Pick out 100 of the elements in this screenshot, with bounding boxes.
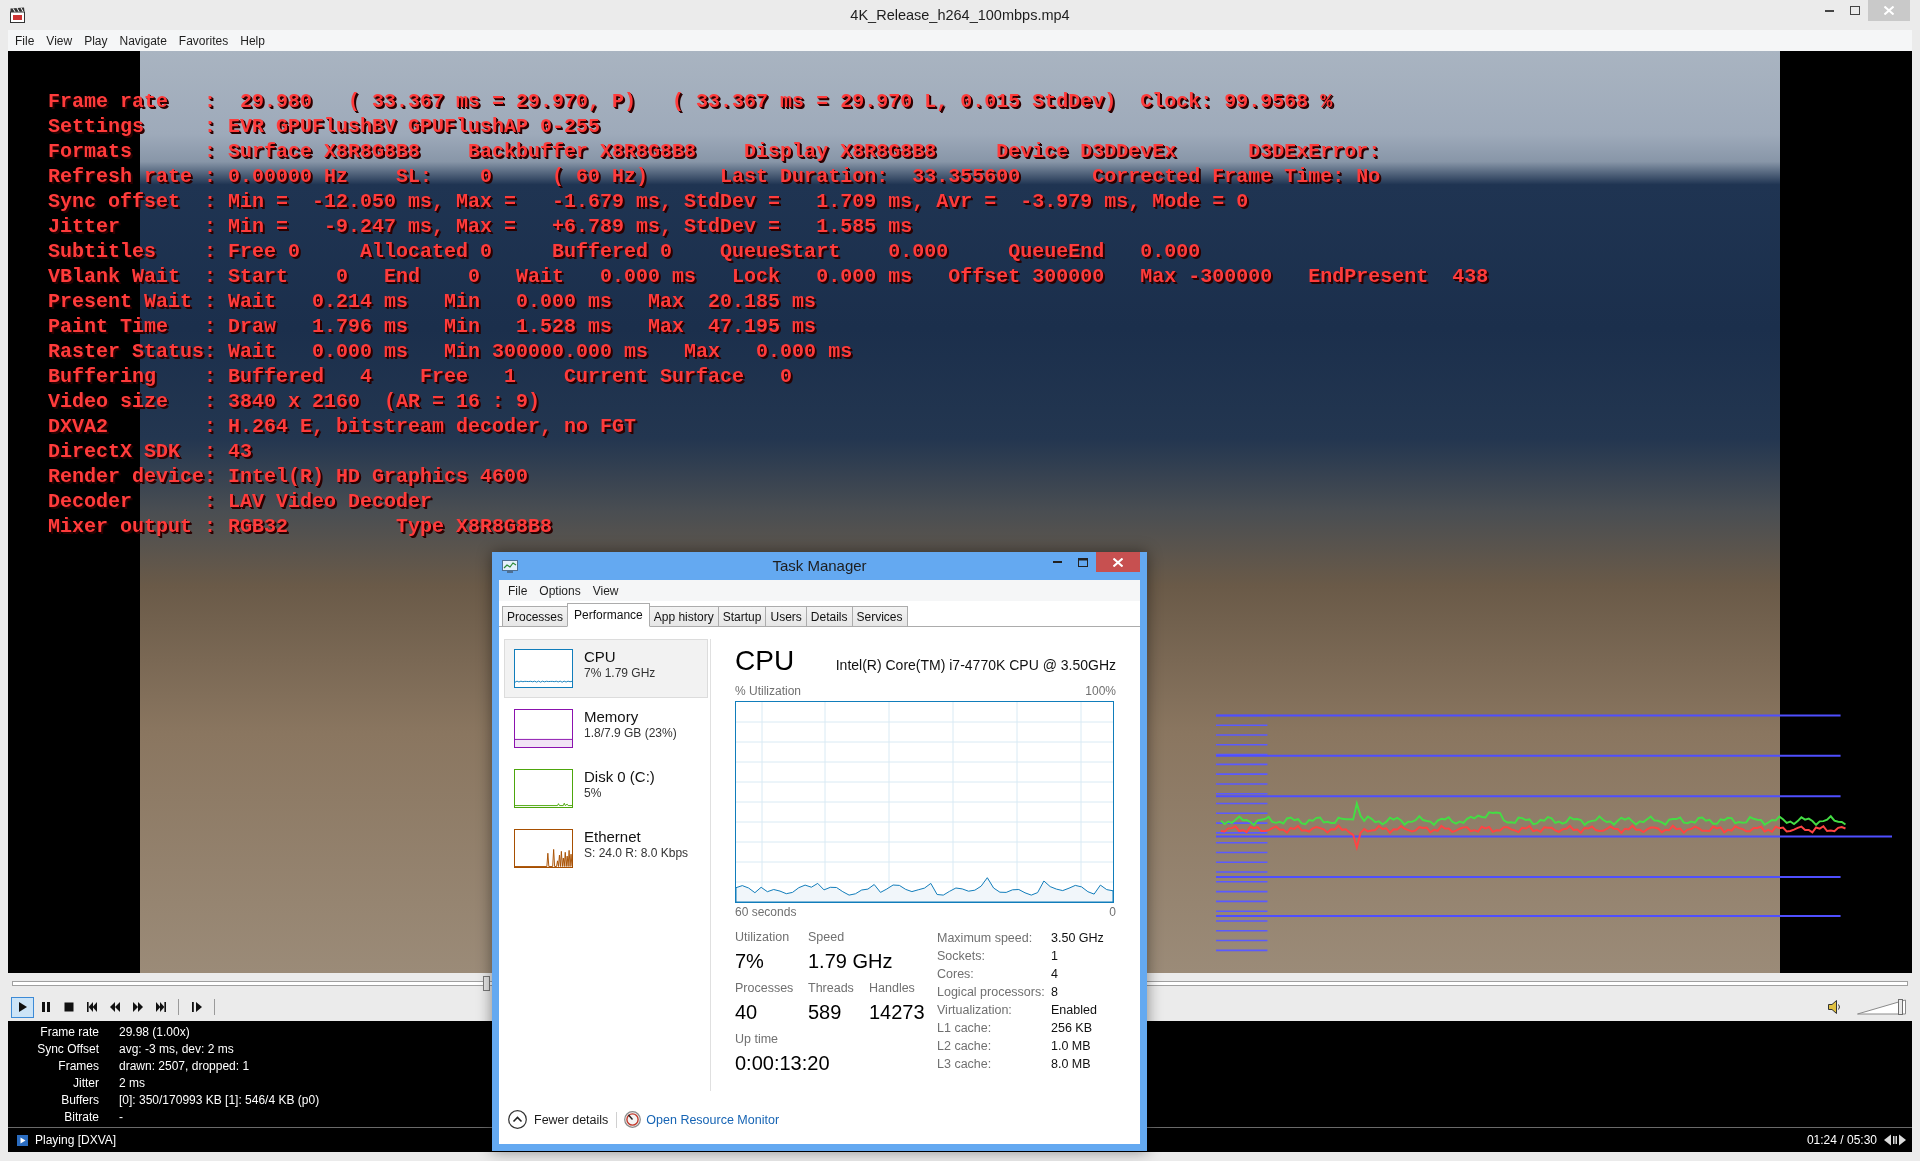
menu-item[interactable]: Help	[234, 31, 271, 50]
skip-back-icon	[86, 1002, 97, 1012]
menu-item[interactable]: View	[586, 581, 625, 600]
tab[interactable]: Processes	[502, 606, 569, 626]
resource-monitor-link[interactable]: Open Resource Monitor	[624, 1111, 780, 1128]
window-title: 4K_Release_h264_100mbps.mp4	[850, 6, 1070, 25]
resource-name: Memory	[584, 707, 639, 726]
menu-item[interactable]: Options	[533, 581, 587, 600]
resource-name: Disk 0 (C:)	[584, 767, 655, 786]
spec-value: 8.0 MB	[1051, 1056, 1091, 1073]
pause-icon	[40, 1002, 51, 1012]
skip-forward-icon	[155, 1002, 166, 1012]
metric-label: Up time	[735, 1032, 779, 1047]
spec-label: L1 cache:	[937, 1020, 992, 1037]
section-heading: CPU	[735, 644, 795, 677]
osd-stats-line: Jitter : Min = -9.247 ms, Max = +6.789 ms, StdDev = 1.585 ms	[48, 214, 913, 239]
osd-stats-line: DXVA2 : H.264 E, bitstream decoder, no FGT	[48, 414, 637, 439]
time-display: 01:24 / 05:30	[1806, 1133, 1877, 1147]
spec-value: 3.50 GHz	[1051, 930, 1104, 947]
close-button[interactable]	[1096, 552, 1140, 572]
volume-thumb[interactable]	[1898, 999, 1904, 1015]
osd-stats-line: Present Wait : Wait 0.214 ms Min 0.000 ms Max 20.185 ms	[48, 289, 817, 314]
window-title: Task Manager	[772, 556, 867, 576]
stat-value: drawn: 2507, dropped: 1	[119, 1058, 250, 1075]
metric-value: 589	[808, 999, 842, 1025]
spec-value: 1	[1051, 948, 1058, 965]
stat-value: 29.98 (1.00x)	[119, 1024, 190, 1041]
osd-stats-line: Paint Time : Draw 1.796 ms Min 1.528 ms Max 47.195 ms	[48, 314, 817, 339]
spec-value: 4	[1051, 966, 1058, 983]
osd-stats-line: Subtitles : Free 0 Allocated 0 Buffered 0 QueueStart 0.000 QueueEnd 0.000	[48, 239, 1201, 264]
tab[interactable]: App history	[648, 606, 719, 626]
metric-label: Utilization	[735, 930, 790, 945]
arrows-icon	[1884, 1134, 1906, 1146]
stat-value: -	[119, 1109, 123, 1126]
menu-item[interactable]: File	[502, 581, 534, 600]
metric-label: Speed	[808, 930, 845, 945]
menu-item[interactable]: File	[9, 31, 41, 50]
metric-value: 14273	[869, 999, 925, 1025]
resource-detail: 7% 1.79 GHz	[584, 666, 656, 681]
tab[interactable]: Startup	[717, 606, 767, 626]
osd-stats-line: Buffering : Buffered 4 Free 1 Current Surface 0	[48, 364, 793, 389]
resource-item[interactable]: Disk 0 (C:) 5%	[504, 759, 708, 818]
volume-slider[interactable]	[1857, 999, 1906, 1015]
status-text: Playing [DXVA]	[35, 1133, 117, 1147]
metric-value: 7%	[735, 948, 764, 974]
processor-name: Intel(R) Core(TM) i7-4770K CPU @ 3.50GHz	[835, 657, 1116, 673]
resource-item[interactable]: CPU 7% 1.79 GHz	[504, 639, 708, 698]
axis-label: 100%	[1085, 684, 1116, 699]
resource-item[interactable]: Memory 1.8/7.9 GB (23%)	[504, 699, 708, 758]
maximize-icon	[1078, 557, 1088, 567]
resource-detail: 1.8/7.9 GB (23%)	[584, 726, 677, 741]
stat-value: 2 ms	[119, 1075, 145, 1092]
play-square-icon	[17, 1134, 28, 1146]
osd-stats-line: Video size : 3840 x 2160 (AR = 16 : 9)	[48, 389, 541, 414]
osd-stats-line: Sync offset : Min = -12.050 ms, Max = -1.679 ms, StdDev = 1.709 ms, Avr = -3.979 ms, Mode = 0	[48, 189, 1249, 214]
menu-item[interactable]: View	[40, 31, 79, 50]
spec-label: L3 cache:	[937, 1056, 992, 1073]
resource-detail: S: 24.0 R: 8.0 Kbps	[584, 846, 689, 861]
speaker-icon[interactable]	[1828, 1000, 1842, 1014]
metric-value: 0:00:13:20	[735, 1050, 830, 1076]
seek-thumb[interactable]	[483, 975, 490, 991]
tab[interactable]: Performance	[567, 603, 650, 627]
osd-stats-line: VBlank Wait : Start 0 End 0 Wait 0.000 ms Lock 0.000 ms Offset 300000 Max -300000 EndPresent 438	[48, 264, 1489, 289]
tab[interactable]: Details	[805, 606, 853, 626]
menu-item[interactable]: Navigate	[113, 31, 173, 50]
spec-label: Maximum speed:	[937, 930, 1033, 947]
axis-label: 60 seconds	[735, 905, 797, 920]
stat-label: Bitrate	[64, 1109, 99, 1126]
stat-value: avg: -3 ms, dev: 2 ms	[119, 1041, 234, 1058]
metric-label: Processes	[735, 981, 794, 996]
stat-label: Buffers	[61, 1092, 99, 1109]
spec-label: Sockets:	[937, 948, 985, 965]
frame-step-icon	[191, 1002, 202, 1012]
osd-stats-line: Decoder : LAV Video Decoder	[48, 489, 433, 514]
monitor-graph-icon	[502, 560, 518, 573]
axis-label: 0	[1109, 905, 1116, 920]
menu-item[interactable]: Favorites	[172, 31, 235, 50]
play-button[interactable]	[11, 996, 34, 1018]
close-icon	[1113, 557, 1123, 567]
spec-value: 8	[1051, 984, 1058, 1001]
resource-item[interactable]: Ethernet S: 24.0 R: 8.0 Kbps	[504, 819, 708, 878]
resource-detail: 5%	[584, 786, 602, 801]
menu-item[interactable]: Play	[78, 31, 114, 50]
rewind-icon	[109, 1002, 120, 1012]
osd-stats-line: Formats : Surface X8R8G8B8 Backbuffer X8R8G8B8 Display X8R8G8B8 Device D3DDevEx D3DExError:	[48, 139, 1381, 164]
tab[interactable]: Services	[851, 606, 908, 626]
osd-stats-line: Render device: Intel(R) HD Graphics 4600	[48, 464, 529, 489]
maximize-icon	[1850, 6, 1860, 15]
minimize-icon	[1824, 9, 1834, 12]
spec-label: Logical processors:	[937, 984, 1045, 1001]
metric-label: Threads	[808, 981, 854, 996]
minimize-icon	[1052, 561, 1062, 563]
fast-forward-icon	[132, 1002, 143, 1012]
tab[interactable]: Users	[765, 606, 807, 626]
spec-value: 1.0 MB	[1051, 1038, 1091, 1055]
close-icon	[1884, 6, 1894, 15]
stat-value: [0]: 350/170993 KB [1]: 546/4 KB (p0)	[119, 1092, 320, 1109]
stat-label: Sync Offset	[37, 1041, 99, 1058]
fewer-details-button[interactable]: Fewer details	[508, 1110, 609, 1129]
stat-label: Frames	[58, 1058, 99, 1075]
